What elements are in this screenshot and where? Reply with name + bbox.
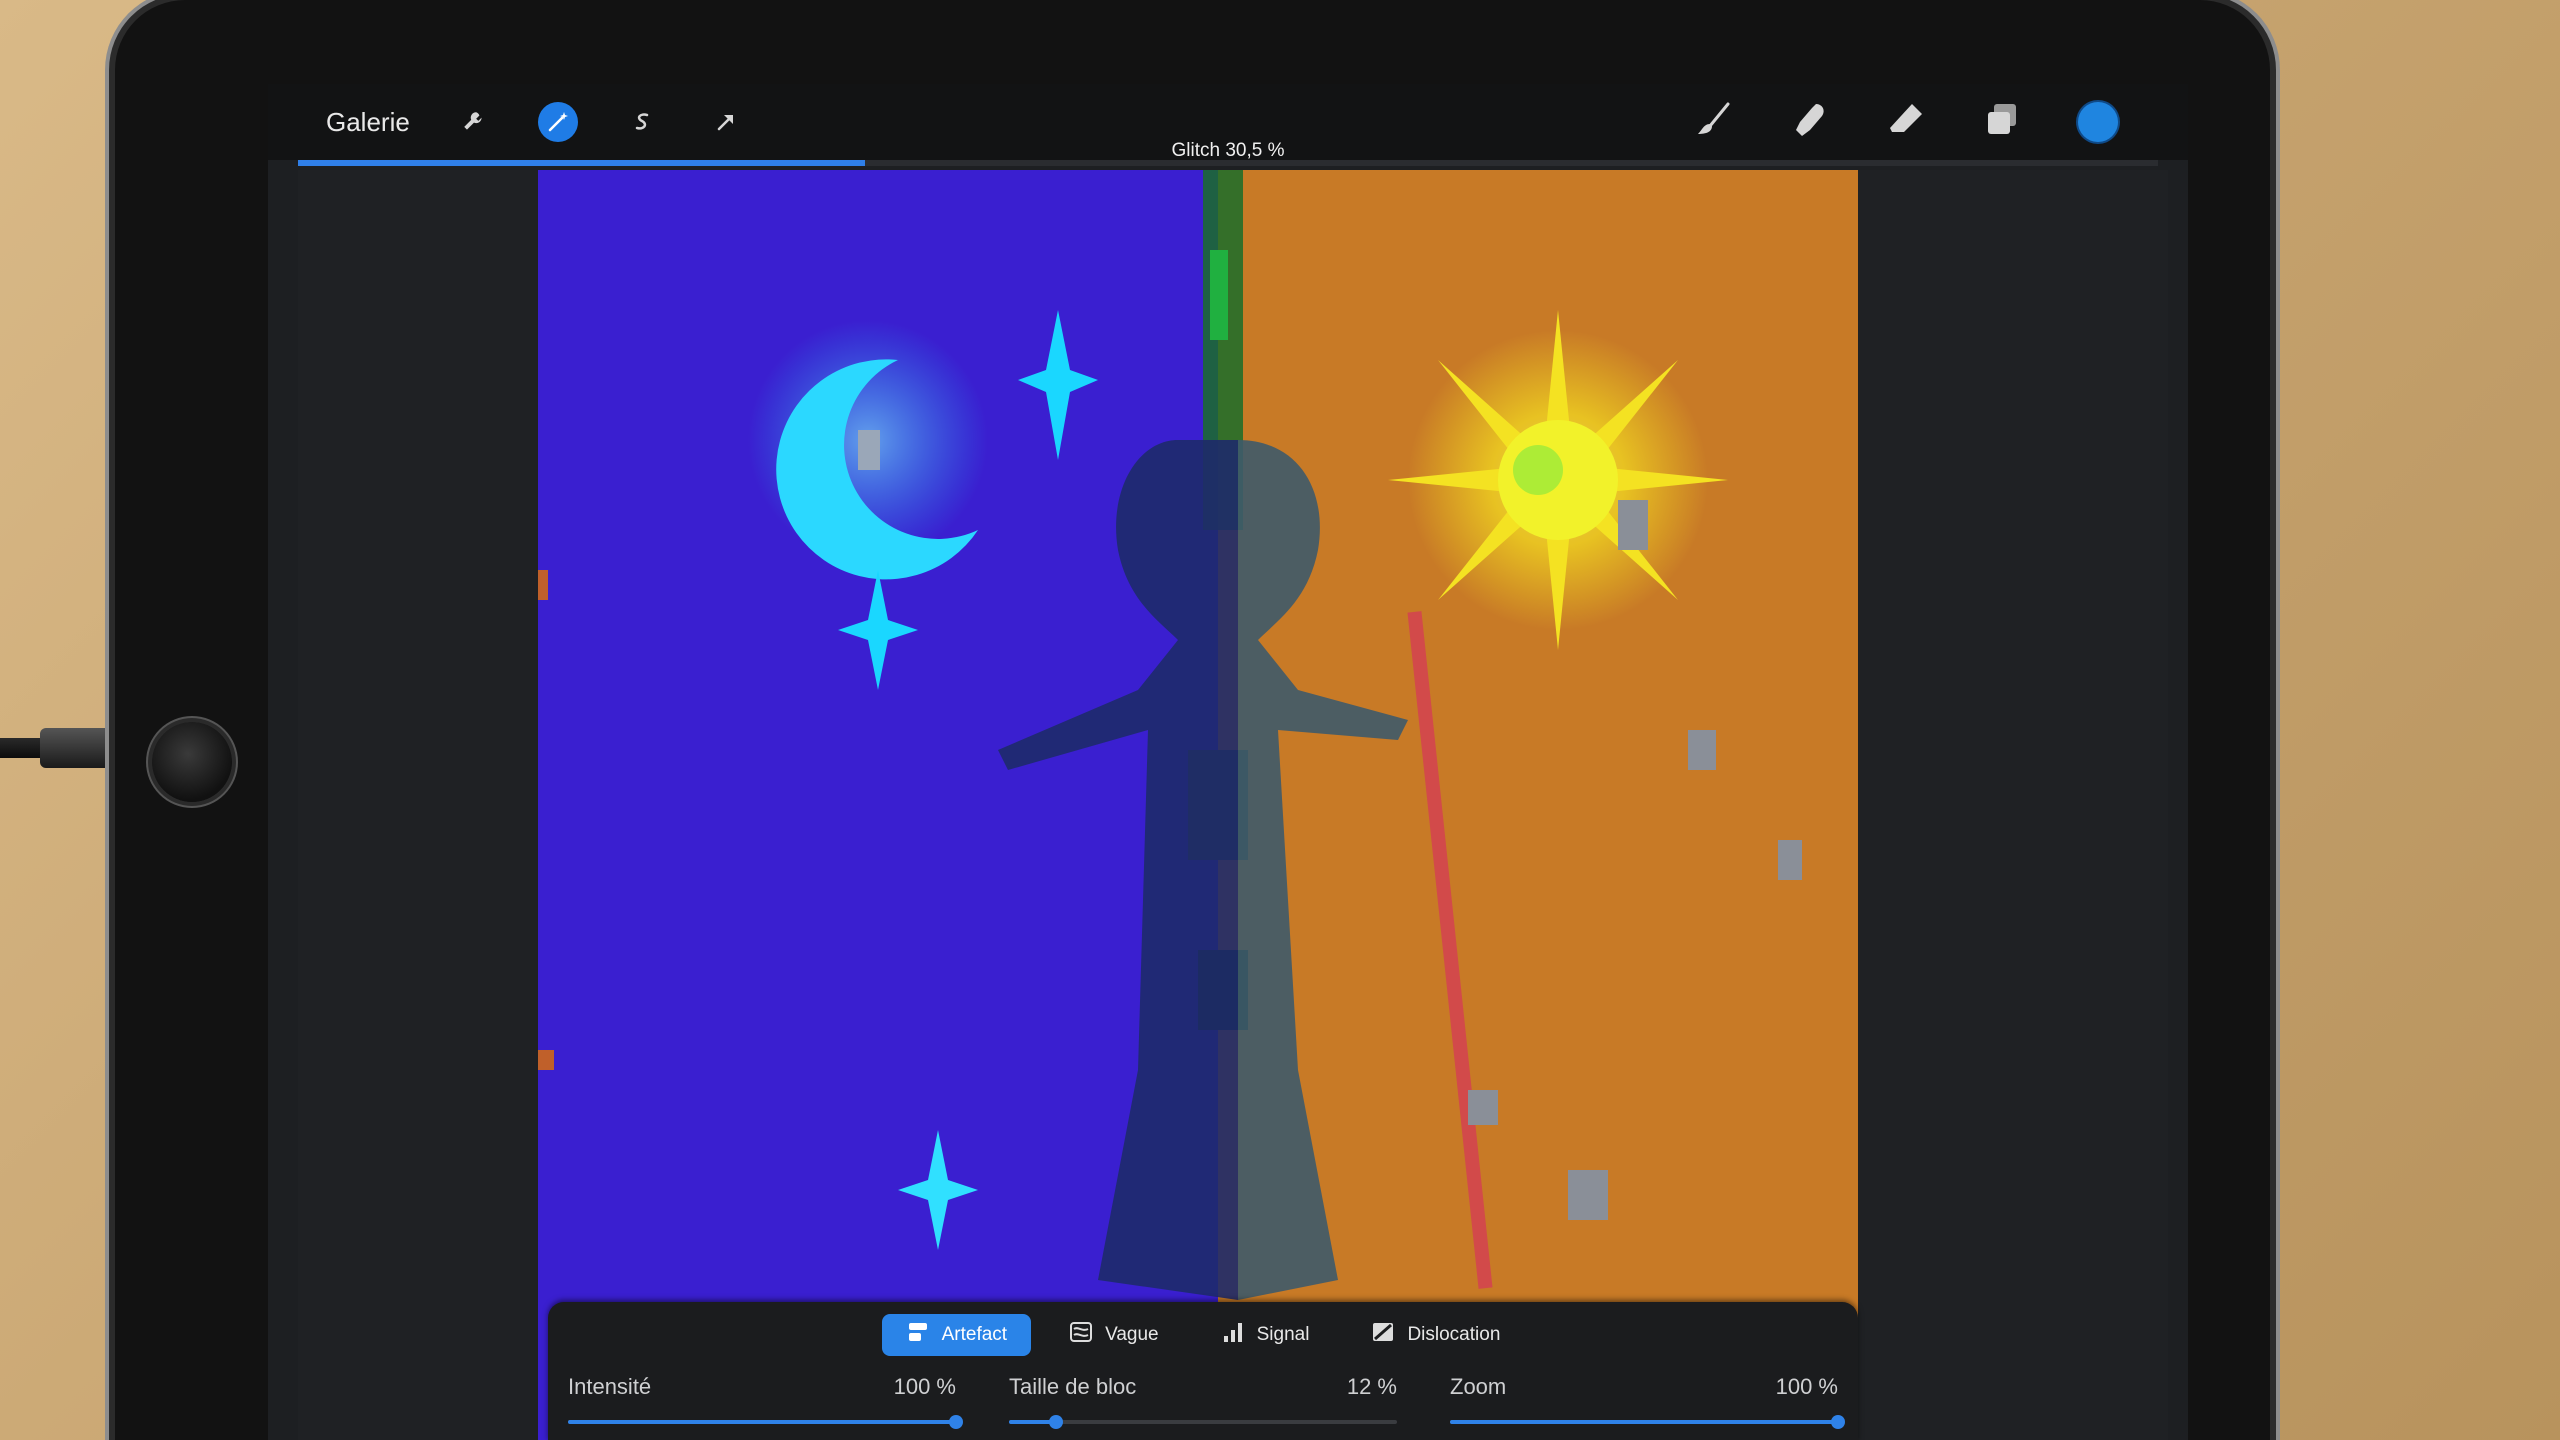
slider-intensite[interactable]: Intensité 100 % [568, 1374, 963, 1434]
slider-track[interactable] [1450, 1415, 1845, 1429]
slider-taille-de-bloc[interactable]: Taille de bloc 12 % [1009, 1374, 1397, 1434]
slider-knob[interactable] [1048, 1415, 1063, 1429]
tab-signal[interactable]: Signal [1197, 1314, 1334, 1356]
artifact-icon [906, 1320, 930, 1350]
slider-label: Intensité [568, 1374, 652, 1399]
brush-icon[interactable] [1694, 100, 1734, 145]
wave-icon [1069, 1320, 1093, 1350]
artwork-canvas[interactable] [538, 170, 1858, 1440]
layers-icon[interactable] [1982, 100, 2022, 145]
progress-label: Glitch 30,5 % [1171, 140, 1285, 161]
color-icon[interactable] [2078, 102, 2118, 142]
slider-fill [1450, 1420, 1838, 1424]
slider-track[interactable] [1009, 1415, 1397, 1429]
slider-value: 100 % [893, 1374, 956, 1399]
slider-label: Zoom [1450, 1374, 1507, 1399]
slider-knob[interactable] [1831, 1415, 1845, 1429]
tab-label: Signal [1256, 1324, 1310, 1345]
canvas-margin-left [298, 170, 538, 1440]
tab-artefact[interactable]: Artefact [881, 1314, 1032, 1356]
wrench-icon[interactable] [454, 102, 494, 142]
slider-value: 12 % [1346, 1374, 1397, 1399]
selection-icon[interactable] [622, 102, 662, 142]
effect-tabs: Artefact Vague Signal Dislocation [548, 1314, 1858, 1356]
magic-wand-icon[interactable] [537, 102, 578, 142]
tab-vague[interactable]: Vague [1045, 1314, 1183, 1356]
eraser-icon[interactable] [1886, 100, 1926, 145]
glitch-effect-panel: Artefact Vague Signal Dislocation Intens… [548, 1302, 1858, 1440]
home-button[interactable] [152, 722, 232, 802]
tab-label: Artefact [941, 1324, 1008, 1345]
slider-label: Taille de bloc [1009, 1374, 1137, 1399]
slider-value: 100 % [1775, 1374, 1838, 1399]
canvas-margin-right [1858, 170, 2168, 1440]
smudge-icon[interactable] [1790, 100, 1830, 145]
tab-label: Vague [1105, 1324, 1159, 1345]
signal-icon [1221, 1320, 1245, 1350]
effect-sliders: Intensité 100 % Taille de bloc 12 % Zoom… [568, 1374, 1845, 1434]
slider-track[interactable] [568, 1415, 963, 1429]
dislocation-icon [1371, 1320, 1395, 1350]
slider-fill [568, 1420, 956, 1424]
app-screen: Galerie Glitch 30,5 % Artefact Vague Sig… [268, 84, 2188, 1440]
transform-arrow-icon[interactable] [706, 102, 746, 142]
artwork-image [538, 170, 1858, 1440]
tab-label: Dislocation [1407, 1324, 1501, 1345]
gallery-button[interactable]: Galerie [326, 107, 410, 138]
tab-dislocation[interactable]: Dislocation [1347, 1314, 1524, 1356]
slider-zoom[interactable]: Zoom 100 % [1450, 1374, 1845, 1434]
slider-knob[interactable] [949, 1415, 963, 1429]
